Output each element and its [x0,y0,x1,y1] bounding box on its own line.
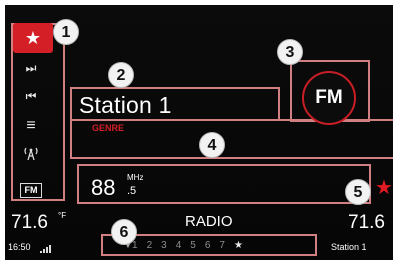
callout-6: 6 [111,219,137,245]
callout-4: 4 [199,132,225,158]
callout-3: 3 [277,39,303,65]
radio-screen: ★ ⏭ ⏮ ≡ FM Station 1 GENRE FM 88 MHz .5 … [5,5,393,260]
preset-7[interactable]: 7 [219,240,225,251]
signal-icon [40,245,54,253]
menu-button[interactable]: ≡ [19,115,43,137]
frequency-unit: MHz [127,173,144,182]
frequency-decimal: .5 [127,185,137,197]
preset-6[interactable]: 6 [205,240,211,251]
tower-icon[interactable] [19,145,43,167]
callout-2: 2 [108,62,134,88]
preset-2[interactable]: 2 [147,240,153,251]
fm-button[interactable]: FM [20,183,42,198]
frequency-value: 88 [91,175,116,200]
frequency-highlight [77,164,371,204]
seek-forward-button[interactable]: ⏭ [19,57,43,79]
station-name: Station 1 [79,92,172,118]
favorite-button[interactable]: ★ [13,23,53,53]
callout-1: 1 [53,19,79,45]
temperature-right: 71.6 [348,212,385,233]
page-title: RADIO [185,213,233,230]
preset-3[interactable]: 3 [161,240,167,251]
band-indicator[interactable]: FM [302,71,356,125]
temperature-unit: °F [58,211,67,220]
genre-label: GENRE [92,123,125,133]
seek-back-button[interactable]: ⏮ [19,85,43,107]
favorite-star-icon[interactable]: ★ [375,175,393,200]
clock: 16:50 [8,242,31,252]
now-playing-station: Station 1 [331,242,367,252]
preset-4[interactable]: 4 [176,240,182,251]
antenna-icon [24,147,38,161]
preset-5[interactable]: 5 [190,240,196,251]
callout-5: 5 [345,179,371,205]
preset-favorites-icon[interactable]: ★ [234,240,243,251]
temperature-left: 71.6 [11,212,48,233]
